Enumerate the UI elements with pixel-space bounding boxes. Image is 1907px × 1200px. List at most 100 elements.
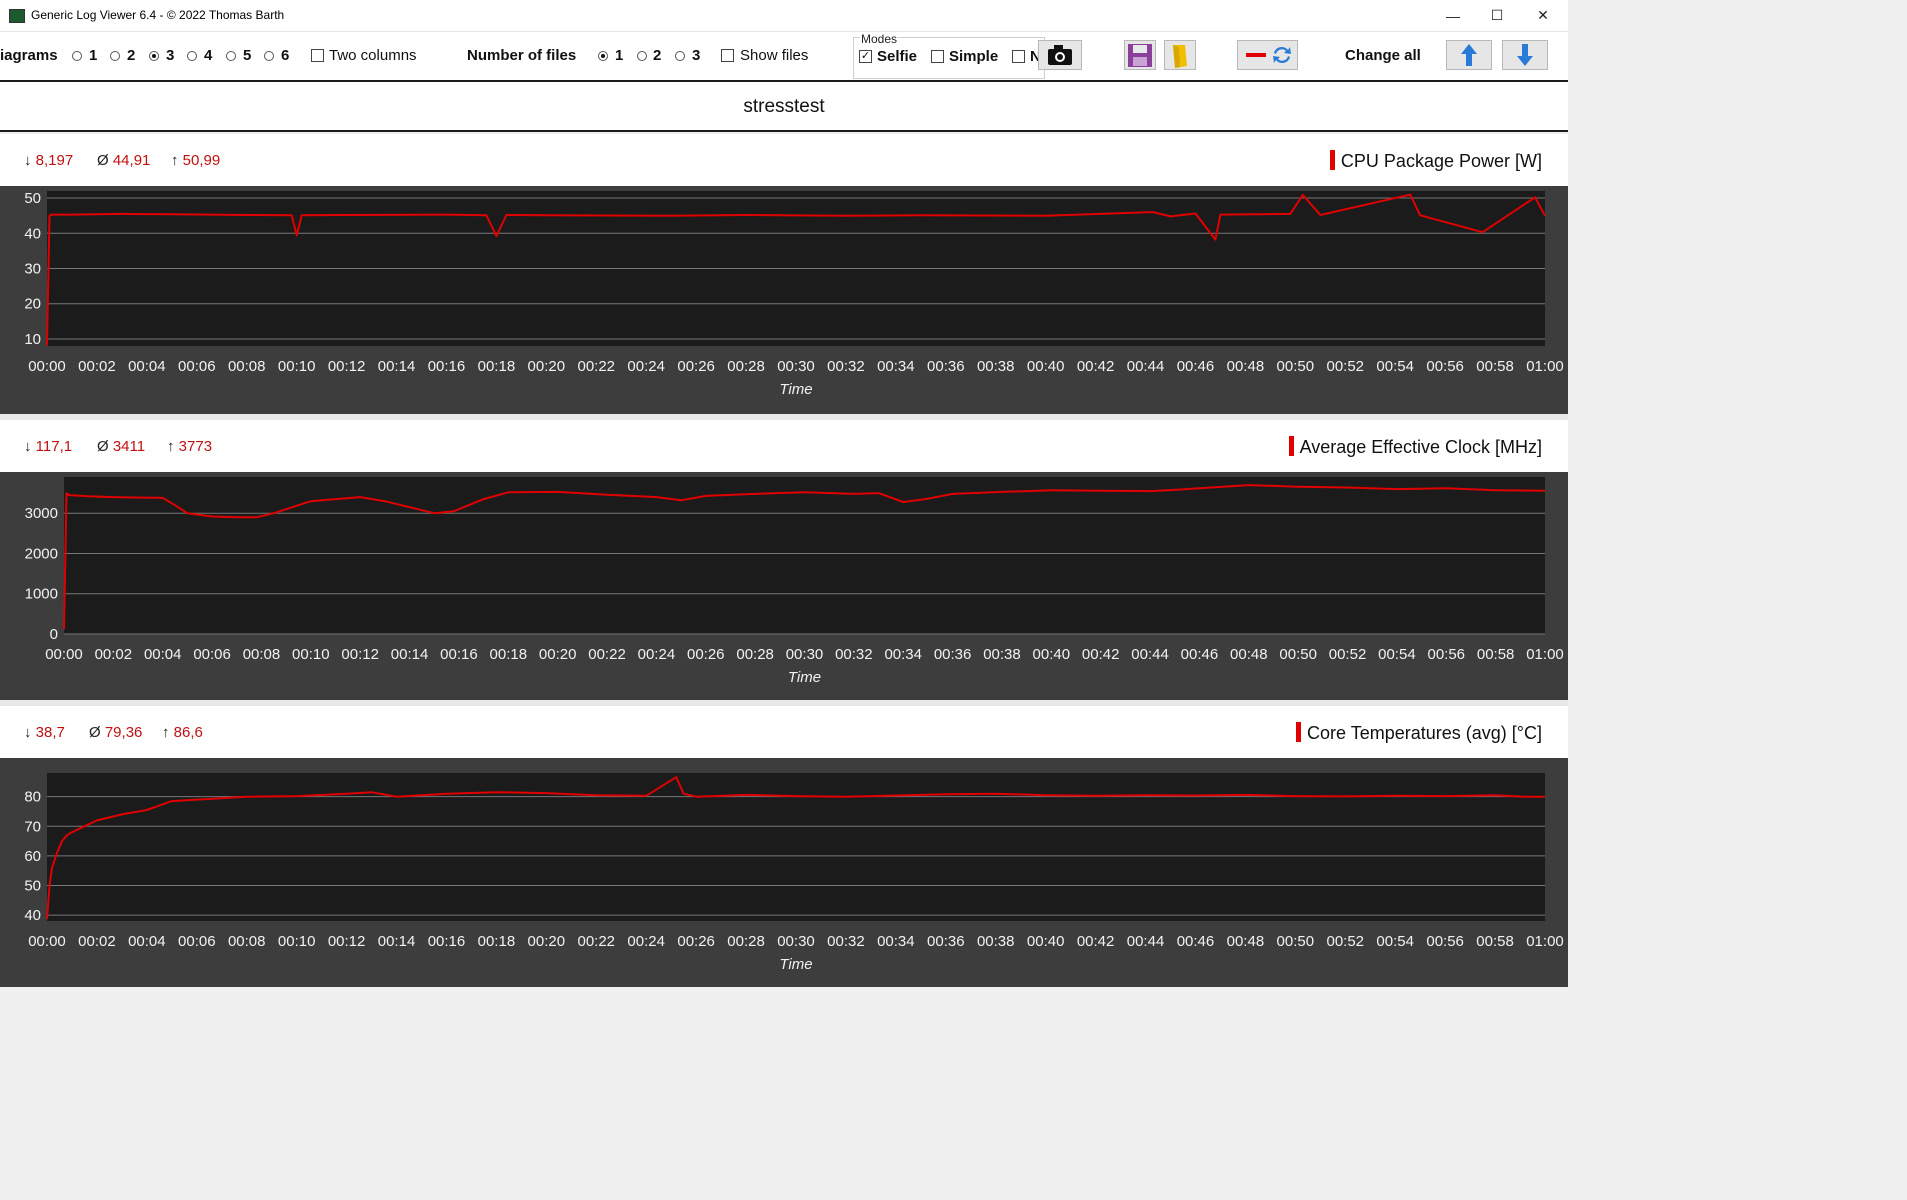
x-tick-label: 00:44 <box>1131 646 1169 663</box>
avg-stat: Ø 3411 <box>97 438 146 455</box>
number-of-files-label: Number of files <box>467 47 577 64</box>
temperature-chart[interactable]: 40 50 60 70 80 00:00 00:02 00:04 00:06 00:08 00:10… <box>0 758 1568 987</box>
window-title: Generic Log Viewer 6.4 - © 2022 Thomas B… <box>31 8 285 22</box>
x-tick-label: 00:00 <box>28 358 66 375</box>
diagrams-option-3: 3 <box>166 47 175 64</box>
cpu-power-chart[interactable]: 10 20 30 40 50 00:00 00:02 00:04 00:06 00:08 00:10… <box>0 186 1568 414</box>
x-tick-label: 00:48 <box>1227 358 1265 375</box>
x-tick-label: 00:20 <box>528 933 566 950</box>
line-style-button[interactable] <box>1237 40 1298 70</box>
x-tick-label: 00:26 <box>677 358 715 375</box>
x-tick-label: 00:38 <box>977 933 1015 950</box>
two-columns-checkbox[interactable] <box>311 49 324 62</box>
move-down-button[interactable] <box>1502 40 1548 70</box>
minimize-button[interactable]: — <box>1430 0 1476 31</box>
x-tick-label: 00:56 <box>1426 933 1464 950</box>
selfie-checkbox[interactable]: ✓ <box>859 50 872 63</box>
x-tick-label: 00:48 <box>1230 646 1268 663</box>
diagrams-radio-1[interactable] <box>72 51 82 61</box>
x-tick-label: 00:00 <box>45 646 83 663</box>
x-tick-label: 00:32 <box>827 358 865 375</box>
files-radio-1[interactable] <box>598 51 608 61</box>
x-tick-label: 00:20 <box>539 646 577 663</box>
x-tick-label: 00:28 <box>727 358 765 375</box>
diagrams-option-1: 1 <box>89 47 98 64</box>
x-tick-label: 00:18 <box>478 933 516 950</box>
x-tick-label: 00:16 <box>440 646 478 663</box>
x-tick-label: 00:28 <box>727 933 765 950</box>
x-tick-label: 00:16 <box>428 358 466 375</box>
x-tick-label: 00:26 <box>687 646 725 663</box>
x-tick-label: 00:02 <box>95 646 133 663</box>
simple-checkbox[interactable] <box>931 50 944 63</box>
diagrams-radio-4[interactable] <box>187 51 197 61</box>
x-tick-label: 00:24 <box>627 933 665 950</box>
y-tick-label: 2000 <box>25 545 58 562</box>
open-folder-button[interactable] <box>1164 40 1196 70</box>
x-tick-label: 00:36 <box>934 646 972 663</box>
clock-chart[interactable]: 0 1000 2000 3000 00:00 00:02 00:04 00:06 00:08 00… <box>0 472 1568 700</box>
x-tick-label: 00:54 <box>1378 646 1416 663</box>
change-all-label: Change all <box>1345 47 1421 64</box>
simple-label: Simple <box>949 48 999 65</box>
x-tick-label: 00:14 <box>378 358 416 375</box>
diagrams-radio-6[interactable] <box>264 51 274 61</box>
y-tick-label: 3000 <box>25 505 58 522</box>
panel-core-temperatures: ↓ 38,7 Ø 79,36 ↑ 86,6 Core Temperatures … <box>0 706 1568 987</box>
diagrams-label: iagrams <box>0 47 58 64</box>
x-tick-label: 00:18 <box>490 646 528 663</box>
files-radio-2[interactable] <box>637 51 647 61</box>
y-tick-label: 40 <box>24 225 41 242</box>
files-radio-3[interactable] <box>675 51 685 61</box>
folder-icon <box>1173 45 1187 68</box>
show-files-checkbox[interactable] <box>721 49 734 62</box>
stats-bar: ↓ 117,1 Ø 3411 ↑ 3773 Average Effective … <box>0 420 1568 472</box>
y-tick-label: 70 <box>24 818 41 835</box>
diagrams-radio-5[interactable] <box>226 51 236 61</box>
x-tick-label: 00:14 <box>378 933 416 950</box>
series-title[interactable]: CPU Package Power [W] <box>1329 150 1542 172</box>
x-tick-label: 00:34 <box>877 933 915 950</box>
min-stat: ↓ 38,7 <box>24 724 65 741</box>
x-tick-label: 00:12 <box>328 358 366 375</box>
x-tick-label: 00:10 <box>278 358 316 375</box>
x-tick-label: 00:50 <box>1279 646 1317 663</box>
min-stat: ↓ 8,197 <box>24 152 74 169</box>
x-tick-label: 00:38 <box>977 358 1015 375</box>
x-tick-label: 00:36 <box>927 933 965 950</box>
series-title[interactable]: Average Effective Clock [MHz] <box>1288 436 1542 458</box>
x-tick-label: 00:12 <box>341 646 379 663</box>
refresh-icon <box>1273 46 1291 64</box>
files-option-1: 1 <box>615 47 624 64</box>
x-tick-label: 00:56 <box>1427 646 1465 663</box>
x-tick-label: 00:50 <box>1277 933 1315 950</box>
series-color-marker <box>1288 436 1294 456</box>
x-tick-label: 00:12 <box>328 933 366 950</box>
show-files-label: Show files <box>740 47 809 64</box>
x-tick-label: 00:40 <box>1033 646 1071 663</box>
move-up-button[interactable] <box>1446 40 1492 70</box>
x-tick-label: 00:10 <box>278 933 316 950</box>
plot-frame: 10 20 30 40 50 00:00 00:02 00:04 00:06 00:08 00:10… <box>0 186 1568 414</box>
x-tick-label: 00:54 <box>1376 933 1414 950</box>
avg-stat: Ø 79,36 <box>89 724 143 741</box>
files-option-3: 3 <box>692 47 701 64</box>
y-tick-label: 20 <box>24 296 41 313</box>
x-tick-label: 00:48 <box>1227 933 1265 950</box>
x-tick-label: 00:04 <box>128 933 166 950</box>
x-axis-label: Time <box>779 956 812 973</box>
diagrams-radio-3[interactable] <box>149 51 159 61</box>
x-tick-label: 00:58 <box>1477 646 1515 663</box>
stats-bar: ↓ 38,7 Ø 79,36 ↑ 86,6 Core Temperatures … <box>0 706 1568 758</box>
close-button[interactable]: ✕ <box>1520 0 1566 31</box>
x-tick-label: 00:52 <box>1326 358 1364 375</box>
series-title[interactable]: Core Temperatures (avg) [°C] <box>1296 722 1542 744</box>
third-mode-checkbox[interactable] <box>1012 50 1025 63</box>
y-tick-label: 1000 <box>25 586 58 603</box>
maximize-button[interactable]: ☐ <box>1474 0 1520 31</box>
x-tick-label: 00:16 <box>428 933 466 950</box>
save-button[interactable] <box>1124 40 1156 70</box>
diagrams-radio-2[interactable] <box>110 51 120 61</box>
camera-icon <box>1048 45 1072 65</box>
screenshot-button[interactable] <box>1038 40 1082 70</box>
